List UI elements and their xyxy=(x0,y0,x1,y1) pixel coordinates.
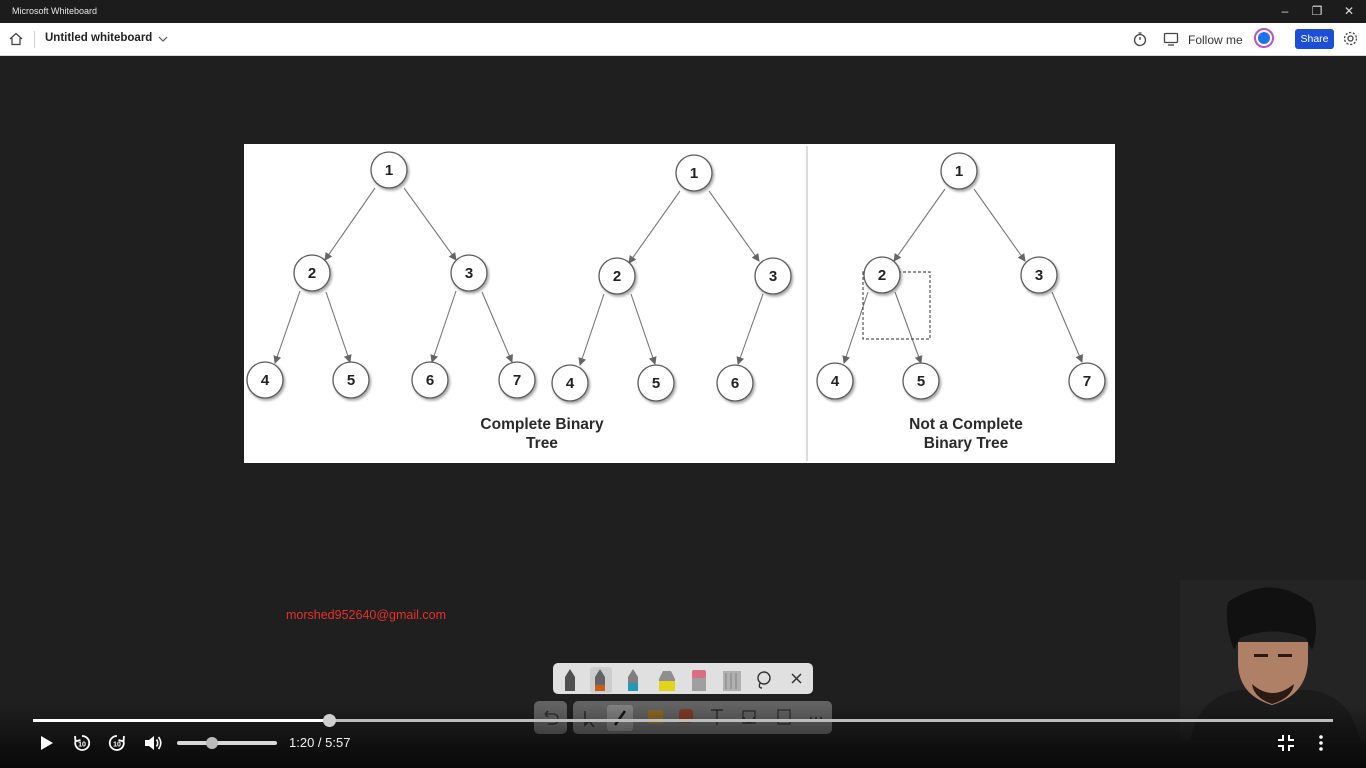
pen-tray-icons xyxy=(565,667,802,693)
email-watermark: morshed952640@gmail.com xyxy=(286,608,446,622)
window-title-bar: Microsoft Whiteboard – ❐ ✕ xyxy=(0,0,1366,23)
forward-10-icon[interactable]: 10 xyxy=(107,733,127,753)
screen-share-icon[interactable] xyxy=(1163,31,1180,47)
avatar[interactable] xyxy=(1254,28,1274,48)
svg-text:2: 2 xyxy=(308,265,316,282)
tree3-node-7: 7 xyxy=(1068,362,1106,400)
highlighter-yellow-icon[interactable] xyxy=(659,671,675,691)
tree1-node-4: 4 xyxy=(246,361,284,399)
pen-orange-icon[interactable] xyxy=(590,667,612,693)
svg-text:4: 4 xyxy=(831,373,840,390)
top-toolbar: Untitled whiteboard Follow me Share xyxy=(0,23,1366,56)
progress-bar[interactable] xyxy=(33,714,1333,727)
time-display: 1:20 / 5:57 xyxy=(289,735,351,750)
pen-black-icon[interactable] xyxy=(565,669,575,691)
eraser-pink-icon[interactable] xyxy=(692,670,706,691)
svg-text:1: 1 xyxy=(955,163,963,180)
svg-text:10: 10 xyxy=(78,742,86,749)
close-icon[interactable] xyxy=(791,673,802,684)
volume-thumb[interactable] xyxy=(206,737,218,749)
svg-text:3: 3 xyxy=(1035,267,1043,284)
chevron-down-icon[interactable] xyxy=(157,33,169,45)
ruler-icon[interactable] xyxy=(723,671,741,691)
progress-fill xyxy=(33,719,330,722)
tree3-node-5: 5 xyxy=(902,362,940,400)
timer-icon[interactable] xyxy=(1132,31,1148,47)
svg-text:7: 7 xyxy=(1083,373,1091,390)
svg-text:2: 2 xyxy=(878,267,886,284)
tree2-node-2: 2 xyxy=(598,257,636,295)
video-controls-overlay xyxy=(0,705,1366,768)
tree2-node-1: 1 xyxy=(675,154,713,192)
svg-text:5: 5 xyxy=(652,375,660,392)
tree3-node-2: 2 xyxy=(863,256,901,294)
svg-text:1: 1 xyxy=(690,165,698,182)
left-caption-line2: Tree xyxy=(526,435,558,452)
lasso-icon[interactable] xyxy=(757,671,771,689)
tree2-node-4: 4 xyxy=(551,364,589,402)
right-caption-line2: Binary Tree xyxy=(924,435,1009,452)
tree1-node-5: 5 xyxy=(332,361,370,399)
tree1-node-2: 2 xyxy=(293,254,331,292)
exit-fullscreen-icon[interactable] xyxy=(1276,733,1296,753)
volume-icon[interactable] xyxy=(143,733,163,753)
svg-text:4: 4 xyxy=(261,372,270,389)
svg-text:1: 1 xyxy=(385,162,393,179)
home-icon[interactable] xyxy=(8,31,24,47)
more-options-icon[interactable] xyxy=(1311,733,1331,753)
svg-text:7: 7 xyxy=(513,372,521,389)
tree2-node-5: 5 xyxy=(637,364,675,402)
tree1-node-1: 1 xyxy=(370,151,408,189)
svg-text:3: 3 xyxy=(465,265,473,282)
play-icon[interactable] xyxy=(36,733,56,753)
board-title[interactable]: Untitled whiteboard xyxy=(45,32,152,44)
toolbar-divider xyxy=(34,31,35,48)
binary-tree-diagram: 1 2 3 4 5 6 7 1 2 3 4 5 6 1 2 3 4 5 7 Co… xyxy=(246,146,1106,461)
tree2-node-6: 6 xyxy=(716,364,754,402)
tree1-node-7: 7 xyxy=(498,361,536,399)
minimize-button[interactable]: – xyxy=(1270,2,1300,20)
tree3-node-3: 3 xyxy=(1020,256,1058,294)
restore-button[interactable]: ❐ xyxy=(1302,2,1332,20)
left-caption-line1: Complete Binary xyxy=(480,416,604,433)
tree1-node-6: 6 xyxy=(411,361,449,399)
right-caption-line1: Not a Complete xyxy=(909,416,1023,433)
volume-slider[interactable] xyxy=(177,737,277,749)
tree2-node-3: 3 xyxy=(754,257,792,295)
svg-text:5: 5 xyxy=(347,372,355,389)
svg-text:2: 2 xyxy=(613,268,621,285)
svg-text:6: 6 xyxy=(426,372,434,389)
gear-icon[interactable] xyxy=(1342,30,1359,47)
app-title: Microsoft Whiteboard xyxy=(12,6,98,16)
svg-text:5: 5 xyxy=(917,373,925,390)
rewind-10-icon[interactable]: 10 xyxy=(72,733,92,753)
tree3-node-4: 4 xyxy=(816,362,854,400)
follow-me-button[interactable]: Follow me xyxy=(1188,33,1243,47)
share-button[interactable]: Share xyxy=(1295,29,1334,49)
svg-text:6: 6 xyxy=(731,375,739,392)
tree3-node-1: 1 xyxy=(940,152,978,190)
svg-text:4: 4 xyxy=(566,375,575,392)
pen-tray xyxy=(553,663,813,694)
tree1-node-3: 3 xyxy=(450,254,488,292)
svg-text:10: 10 xyxy=(113,742,121,749)
pen-teal-icon[interactable] xyxy=(628,669,638,691)
svg-text:3: 3 xyxy=(769,268,777,285)
binary-tree-image[interactable]: 1 2 3 4 5 6 7 1 2 3 4 5 6 1 2 3 4 5 7 Co… xyxy=(244,144,1115,463)
close-window-button[interactable]: ✕ xyxy=(1334,2,1364,20)
avatar-dot xyxy=(1258,32,1270,44)
